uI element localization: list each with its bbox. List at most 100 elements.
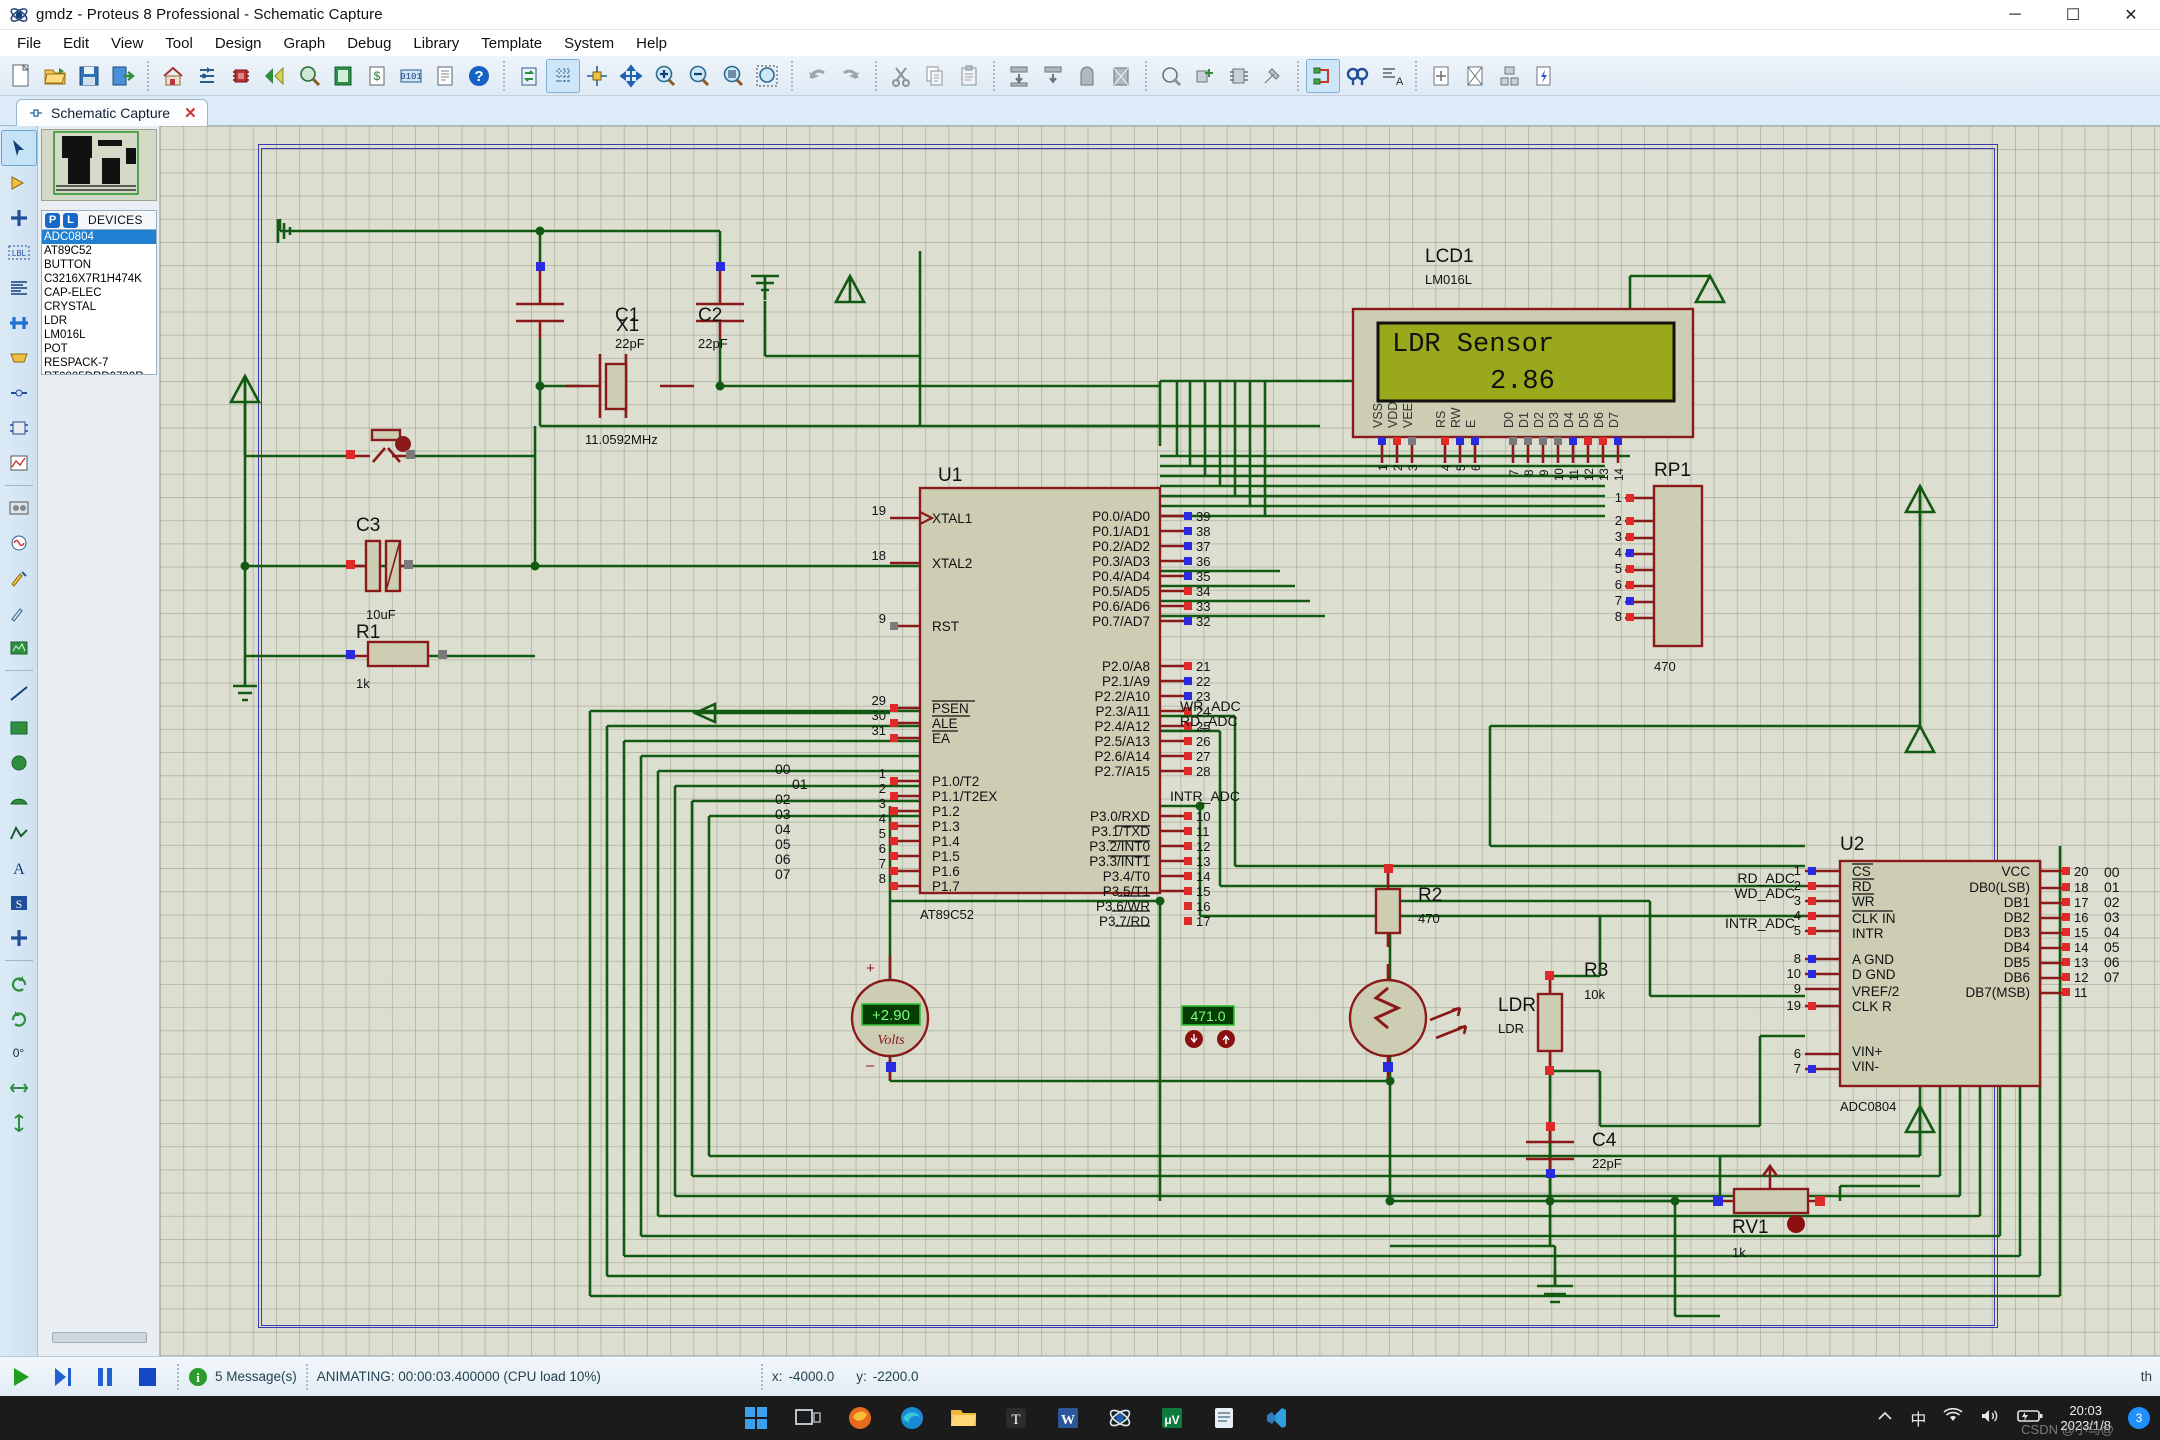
bus-mode-icon[interactable] xyxy=(2,306,36,340)
schematic-drawing[interactable]: .w { stroke:#125a12; stroke-width:2.6; f… xyxy=(160,126,2160,1356)
block-move-icon[interactable] xyxy=(1037,60,1069,92)
edge-icon[interactable] xyxy=(891,1397,933,1439)
block-copy-icon[interactable] xyxy=(1003,60,1035,92)
devices-list[interactable]: ADC0804 AT89C52 BUTTON C3216X7R1H474K CA… xyxy=(41,229,157,375)
menu-design[interactable]: Design xyxy=(204,32,273,55)
component-lcd1[interactable]: LCD1 LM016L LDR Sensor 2.86 VSS VDD VEE … xyxy=(1351,246,1695,481)
packaging-tool-icon[interactable] xyxy=(1223,60,1255,92)
device-item-cap-elec[interactable]: CAP-ELEC xyxy=(42,286,156,300)
bill-of-materials-icon[interactable]: $ xyxy=(361,60,393,92)
menu-library[interactable]: Library xyxy=(402,32,470,55)
selection-mode-icon[interactable] xyxy=(0,130,37,166)
pause-icon[interactable] xyxy=(84,1359,126,1395)
keil-icon[interactable]: μV xyxy=(1151,1397,1193,1439)
zoom-in-icon[interactable] xyxy=(649,60,681,92)
menu-file[interactable]: File xyxy=(6,32,52,55)
device-item-lm016l[interactable]: LM016L xyxy=(42,328,156,342)
device-item-crystal[interactable]: CRYSTAL xyxy=(42,300,156,314)
box-icon[interactable] xyxy=(2,711,36,745)
messages-indicator[interactable]: i 5 Message(s) xyxy=(188,1367,297,1387)
home-icon[interactable] xyxy=(157,60,189,92)
mirror-y-icon[interactable] xyxy=(2,1106,36,1140)
rotate-cw-icon[interactable] xyxy=(2,1001,36,1035)
export-icon[interactable] xyxy=(107,60,139,92)
component-u1[interactable]: U1 AT89C52 19 18 9 29 30 31 1 2 3 4 5 6 … xyxy=(691,465,1210,929)
device-item-c3216x7r1h474k[interactable]: C3216X7R1H474K xyxy=(42,272,156,286)
device-item-pot[interactable]: POT xyxy=(42,342,156,356)
device-item-adc0804[interactable]: ADC0804 xyxy=(42,230,156,244)
maximize-button[interactable]: ☐ xyxy=(2044,0,2102,30)
notepad-icon[interactable] xyxy=(1203,1397,1245,1439)
design-explorer-icon[interactable] xyxy=(293,60,325,92)
menu-view[interactable]: View xyxy=(100,32,154,55)
source-code-icon[interactable]: 0101 xyxy=(395,60,427,92)
component-r2[interactable]: R2 470 xyxy=(1374,864,1442,947)
symbol-icon[interactable]: S xyxy=(2,886,36,920)
marker-icon[interactable] xyxy=(2,921,36,955)
step-icon[interactable] xyxy=(42,1359,84,1395)
device-item-at89c52[interactable]: AT89C52 xyxy=(42,244,156,258)
close-button[interactable]: ✕ xyxy=(2102,0,2160,30)
pick-devices-badge[interactable]: P xyxy=(45,212,60,228)
paste-icon[interactable] xyxy=(953,60,985,92)
stop-icon[interactable] xyxy=(126,1359,168,1395)
device-item-button[interactable]: BUTTON xyxy=(42,258,156,272)
device-item-ldr[interactable]: LDR xyxy=(42,314,156,328)
help-icon[interactable]: ? xyxy=(463,60,495,92)
decompose-icon[interactable] xyxy=(1257,60,1289,92)
side-panel-scrollbar[interactable] xyxy=(52,1332,147,1343)
close-icon[interactable]: ✕ xyxy=(184,104,197,122)
netlist-icon[interactable] xyxy=(1527,60,1559,92)
schematic-canvas[interactable]: .w { stroke:#125a12; stroke-width:2.6; f… xyxy=(160,126,2160,1356)
block-rotate-icon[interactable] xyxy=(1071,60,1103,92)
tape-recorder-icon[interactable] xyxy=(2,491,36,525)
exit-sheet-icon[interactable] xyxy=(1493,60,1525,92)
save-file-icon[interactable] xyxy=(73,60,105,92)
device-pins-icon[interactable] xyxy=(2,411,36,445)
show-hidden-icons[interactable] xyxy=(1877,1408,1893,1428)
menu-system[interactable]: System xyxy=(553,32,625,55)
ime-indicator[interactable]: 中 xyxy=(1910,1406,1926,1430)
new-sheet-icon[interactable] xyxy=(1425,60,1457,92)
back-annotate-icon[interactable] xyxy=(259,60,291,92)
file-explorer-icon[interactable] xyxy=(943,1397,985,1439)
project-notes-icon[interactable] xyxy=(327,60,359,92)
component-rv1[interactable]: RV1 1k xyxy=(1713,1163,1825,1260)
word-icon[interactable]: W xyxy=(1047,1397,1089,1439)
text-icon[interactable]: A xyxy=(2,851,36,885)
minimize-button[interactable]: ─ xyxy=(1986,0,2044,30)
subcircuit-icon[interactable] xyxy=(2,341,36,375)
zoom-sheet-icon[interactable] xyxy=(751,60,783,92)
tab-schematic-capture[interactable]: Schematic Capture ✕ xyxy=(16,99,208,126)
start-windows-icon[interactable] xyxy=(735,1397,777,1439)
rotate-ccw-icon[interactable] xyxy=(2,966,36,1000)
component-mode-icon[interactable] xyxy=(2,166,36,200)
circle-icon[interactable] xyxy=(2,746,36,780)
device-item-respack-7[interactable]: RESPACK-7 xyxy=(42,356,156,370)
pan-icon[interactable] xyxy=(615,60,647,92)
menu-edit[interactable]: Edit xyxy=(52,32,100,55)
proteus-icon[interactable] xyxy=(1099,1397,1141,1439)
refresh-icon[interactable] xyxy=(513,60,545,92)
vscode-icon[interactable] xyxy=(1255,1397,1297,1439)
line-icon[interactable] xyxy=(2,676,36,710)
menu-debug[interactable]: Debug xyxy=(336,32,402,55)
instrument-ohmmeter[interactable]: 471.0 xyxy=(1181,1005,1235,1048)
new-file-icon[interactable] xyxy=(5,60,37,92)
text-script-icon[interactable] xyxy=(2,271,36,305)
menu-template[interactable]: Template xyxy=(470,32,553,55)
menu-graph[interactable]: Graph xyxy=(273,32,337,55)
menu-tool[interactable]: Tool xyxy=(154,32,204,55)
property-assignment-icon[interactable]: A xyxy=(1375,60,1407,92)
play-icon[interactable] xyxy=(0,1359,42,1395)
component-ldr1[interactable]: LDR1 LDR xyxy=(1348,964,1547,1078)
make-device-icon[interactable] xyxy=(1189,60,1221,92)
component-c4[interactable]: C4 22pF xyxy=(1526,1122,1622,1178)
wifi-icon[interactable] xyxy=(1943,1407,1963,1428)
zoom-area-icon[interactable] xyxy=(717,60,749,92)
component-button[interactable] xyxy=(346,428,415,463)
component-c2[interactable]: C2 22pF xyxy=(696,262,744,351)
zoom-out-icon[interactable] xyxy=(683,60,715,92)
virtual-instrument-icon[interactable] xyxy=(2,631,36,665)
path-icon[interactable] xyxy=(2,816,36,850)
